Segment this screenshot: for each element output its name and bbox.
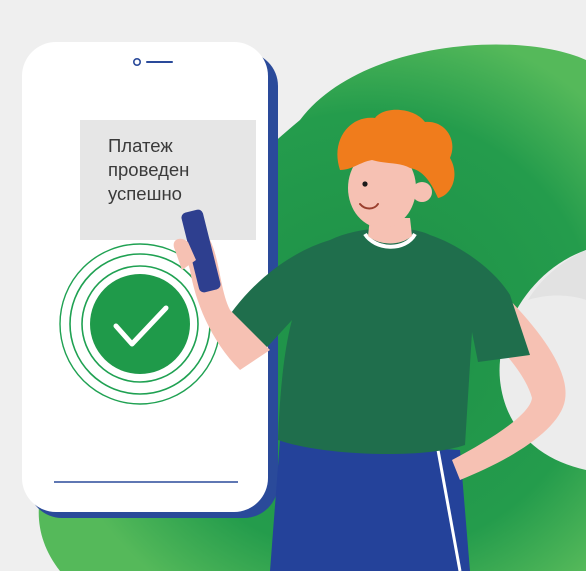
shirt [220, 228, 530, 455]
illustration-scene: Платеж проведен успешно [0, 0, 586, 571]
person-illustration [173, 109, 566, 571]
